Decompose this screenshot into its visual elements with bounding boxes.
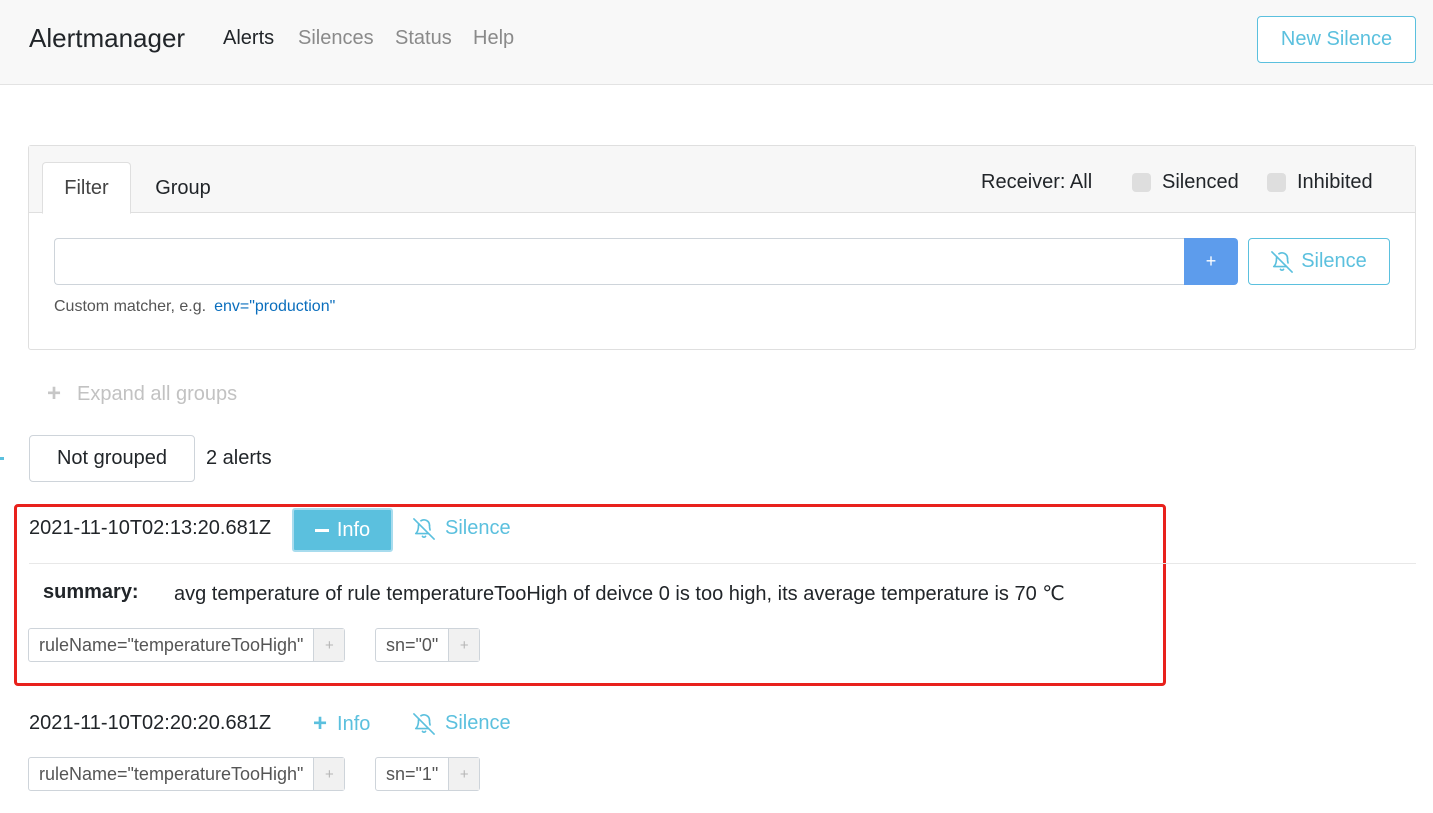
inhibited-checkbox-box[interactable]: [1267, 173, 1286, 192]
inhibited-checkbox-label: Inhibited: [1297, 171, 1373, 193]
expand-all-groups-button[interactable]: + Expand all groups: [47, 380, 237, 408]
label-pill: sn="1" +: [375, 757, 481, 791]
brand[interactable]: Alertmanager: [29, 23, 185, 54]
matcher-hint-text: Custom matcher, e.g.: [54, 298, 207, 315]
navbar: Alertmanager Alerts Silences Status Help…: [0, 0, 1433, 85]
label-text[interactable]: ruleName="temperatureTooHigh": [29, 758, 313, 790]
filter-card: Filter Group Receiver: All Silenced Inhi…: [28, 145, 1416, 350]
matcher-hint: Custom matcher, e.g. env="production": [54, 298, 335, 316]
matcher-hint-example[interactable]: env="production": [214, 298, 335, 315]
tab-filter[interactable]: Filter: [42, 162, 131, 214]
alert-timestamp: 2021-11-10T02:13:20.681Z: [29, 517, 272, 539]
group-button[interactable]: Not grouped: [29, 435, 195, 482]
silence-filter-button[interactable]: Silence: [1248, 238, 1390, 285]
label-text[interactable]: ruleName="temperatureTooHigh": [29, 629, 313, 661]
silenced-checkbox-box[interactable]: [1132, 173, 1151, 192]
receiver-selector[interactable]: Receiver: All: [981, 171, 1092, 194]
alert-timestamp: 2021-11-10T02:20:20.681Z: [29, 712, 272, 734]
nav-link-help[interactable]: Help: [473, 27, 514, 50]
label-add-button[interactable]: +: [313, 758, 345, 790]
group-indicator: [0, 457, 4, 460]
minus-icon: [314, 528, 329, 532]
annotation-divider: [29, 563, 1416, 564]
bell-slash-icon: [1271, 250, 1294, 273]
plus-icon: +: [313, 710, 328, 737]
inhibited-checkbox[interactable]: Inhibited: [1267, 171, 1373, 194]
nav-link-silences[interactable]: Silences: [298, 27, 374, 50]
alert-silence-button[interactable]: Silence: [413, 712, 511, 735]
info-label: Info: [337, 712, 371, 735]
bell-slash-icon: [413, 517, 435, 540]
tab-group[interactable]: Group: [139, 162, 227, 214]
nav-link-status[interactable]: Status: [395, 27, 452, 50]
label-text[interactable]: sn="0": [376, 629, 448, 661]
label-pill: sn="0" +: [375, 628, 481, 662]
expand-all-label: Expand all groups: [77, 382, 238, 405]
silenced-checkbox[interactable]: Silenced: [1132, 171, 1239, 194]
info-button[interactable]: Info: [292, 508, 393, 552]
add-filter-button[interactable]: +: [1184, 238, 1238, 285]
label-pill: ruleName="temperatureTooHigh" +: [28, 757, 346, 791]
label-add-button[interactable]: +: [448, 629, 480, 661]
silence-filter-label: Silence: [1301, 250, 1367, 272]
info-label: Info: [336, 518, 371, 541]
alert-silence-button[interactable]: Silence: [413, 517, 511, 540]
label-pill: ruleName="temperatureTooHigh" +: [28, 628, 346, 662]
label-add-button[interactable]: +: [448, 758, 480, 790]
nav-link-alerts[interactable]: Alerts: [223, 27, 274, 50]
annotation-value: avg temperature of rule temperatureTooHi…: [174, 583, 1065, 605]
silenced-checkbox-label: Silenced: [1162, 171, 1239, 193]
label-add-button[interactable]: +: [313, 629, 345, 661]
label-text[interactable]: sn="1": [376, 758, 448, 790]
info-button[interactable]: + Info: [313, 712, 370, 736]
filter-input[interactable]: [54, 238, 1185, 285]
annotation-key: summary:: [43, 581, 139, 603]
alert-silence-label: Silence: [445, 712, 511, 734]
new-silence-button[interactable]: New Silence: [1257, 16, 1416, 63]
alert-silence-label: Silence: [445, 517, 511, 539]
bell-slash-icon: [413, 712, 435, 735]
plus-icon: +: [47, 380, 62, 407]
alert-count: 2 alerts: [206, 447, 272, 469]
filter-card-header: Filter Group Receiver: All Silenced Inhi…: [29, 146, 1415, 214]
